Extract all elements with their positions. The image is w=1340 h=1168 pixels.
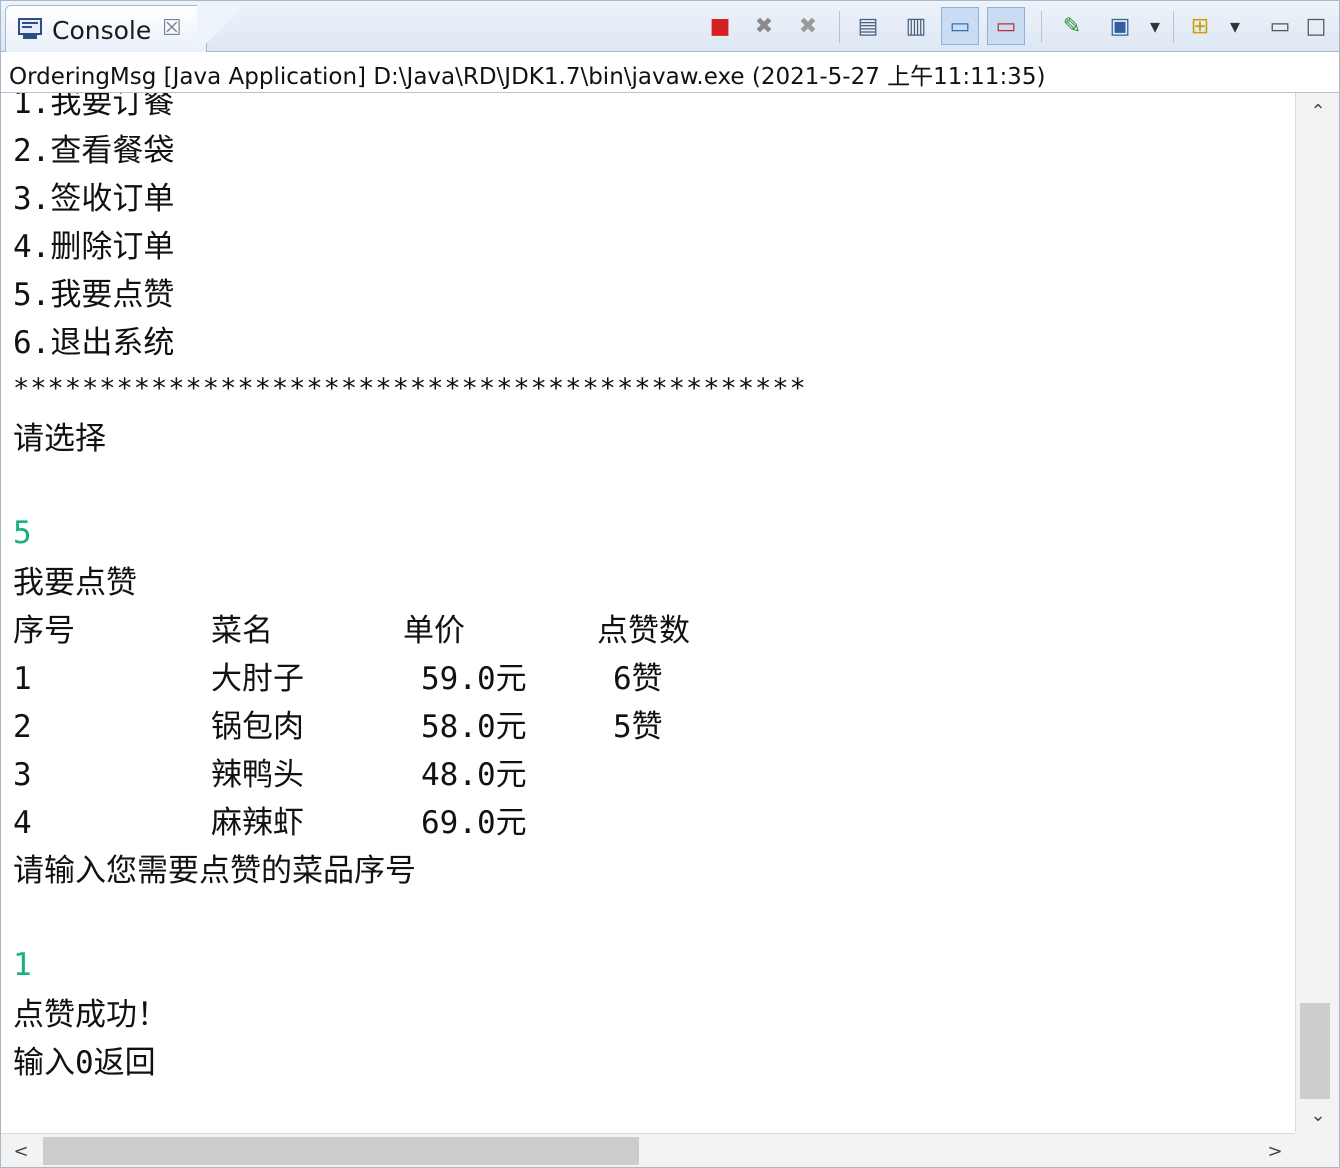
vertical-scroll-thumb[interactable] [1300, 1003, 1330, 1099]
remove-all-terminated-icon: ✖ [798, 13, 818, 39]
dish-prompt: 请输入您需要点赞的菜品序号 [13, 853, 416, 889]
dish-price: 59.0元 [421, 661, 527, 697]
back-hint: 输入0返回 [13, 1045, 156, 1081]
menu-item-6: 6.退出系统 [13, 325, 175, 361]
user-input-choice: 5 [13, 515, 32, 551]
scroll-left-icon[interactable]: < [1, 1134, 41, 1167]
dish-no: 3 [13, 757, 32, 793]
terminate-button[interactable]: ■ [701, 7, 739, 45]
toolbar-separator [839, 11, 840, 43]
clear-console-icon: ▥ [905, 13, 927, 39]
show-console-stdout-button[interactable]: ▭ [941, 7, 979, 45]
dish-price: 48.0元 [421, 757, 527, 793]
tab-label: Console [52, 16, 152, 45]
separator-stars: ****************************************… [13, 373, 807, 404]
open-console-dropdown-icon: ▾ [1229, 14, 1241, 38]
menu-item-1: 1.我要订餐 [13, 93, 175, 121]
header-price: 单价 [403, 613, 465, 649]
dish-no: 2 [13, 709, 32, 745]
open-console-button[interactable]: ⊞ [1181, 7, 1219, 45]
minimize-icon: ▭ [1269, 13, 1291, 39]
scroll-lock-icon: ▤ [857, 13, 879, 39]
success-message: 点赞成功！ [13, 997, 168, 1033]
dish-price: 58.0元 [421, 709, 527, 745]
show-console-stdout-icon: ▭ [949, 13, 971, 39]
remove-all-terminated-button[interactable]: ✖ [789, 7, 827, 45]
scroll-up-icon[interactable]: ⌃ [1296, 93, 1339, 129]
toolbar-separator [1173, 11, 1174, 43]
display-dropdown-button[interactable]: ▾ [1143, 7, 1167, 45]
close-icon[interactable]: ☒ [162, 16, 182, 41]
header-no: 序号 [13, 613, 75, 649]
show-console-stderr-button[interactable]: ▭ [987, 7, 1025, 45]
view-tab-bar: Console ☒ ■ ✖ ✖ ▤ ▥ ▭ ▭ ✎ ▣ ▾ ⊞ ▾ ▭ □ [1, 1, 1339, 52]
dish-name: 辣鸭头 [211, 757, 304, 793]
scrollbar-corner [1295, 1133, 1339, 1167]
dish-name: 麻辣虾 [211, 805, 304, 841]
menu-item-5: 5.我要点赞 [13, 277, 175, 313]
console-output[interactable]: 1.我要订餐 2.查看餐袋 3.签收订单 4.删除订单 5.我要点赞 6.退出系… [1, 93, 1295, 1133]
header-name: 菜名 [211, 613, 273, 649]
scroll-lock-button[interactable]: ▤ [849, 7, 887, 45]
dish-name: 锅包肉 [211, 709, 304, 745]
launch-description-bar: OrderingMsg [Java Application] D:\Java\R… [1, 52, 1339, 93]
menu-item-3: 3.签收订单 [13, 181, 175, 217]
terminate-icon: ■ [709, 13, 731, 39]
clear-console-button[interactable]: ▥ [897, 7, 935, 45]
toolbar-separator [1041, 11, 1042, 43]
display-dropdown-icon: ▾ [1149, 14, 1161, 38]
dish-price: 69.0元 [421, 805, 527, 841]
dish-likes: 6赞 [613, 661, 663, 697]
scroll-down-icon[interactable]: ⌄ [1296, 1097, 1339, 1133]
dish-name: 大肘子 [211, 661, 304, 697]
launch-description: OrderingMsg [Java Application] D:\Java\R… [9, 64, 1046, 90]
open-console-icon: ⊞ [1190, 13, 1210, 39]
pin-console-icon: ✎ [1062, 13, 1082, 39]
like-title: 我要点赞 [13, 565, 137, 601]
display-selected-console-button[interactable]: ▣ [1101, 7, 1139, 45]
menu-item-2: 2.查看餐袋 [13, 133, 175, 169]
minimize-button[interactable]: ▭ [1261, 7, 1299, 45]
horizontal-scroll-thumb[interactable] [43, 1137, 639, 1165]
tab-console[interactable]: Console ☒ [5, 5, 207, 52]
select-prompt: 请选择 [13, 421, 106, 457]
pin-console-button[interactable]: ✎ [1053, 7, 1091, 45]
console-view: Console ☒ ■ ✖ ✖ ▤ ▥ ▭ ▭ ✎ ▣ ▾ ⊞ ▾ ▭ □ OrderingMsg [Ja… [0, 0, 1340, 1168]
remove-launch-button[interactable]: ✖ [745, 7, 783, 45]
display-selected-console-icon: ▣ [1109, 13, 1131, 39]
vertical-scrollbar[interactable]: ⌃ ⌄ [1295, 93, 1339, 1133]
dish-no: 4 [13, 805, 32, 841]
menu-item-4: 4.删除订单 [13, 229, 175, 265]
tab-curve [197, 5, 247, 51]
horizontal-scrollbar[interactable]: < > [1, 1133, 1295, 1167]
open-console-dropdown-button[interactable]: ▾ [1223, 7, 1247, 45]
dish-no: 1 [13, 661, 32, 697]
scroll-right-icon[interactable]: > [1255, 1134, 1295, 1167]
show-console-stderr-icon: ▭ [995, 13, 1017, 39]
maximize-button[interactable]: □ [1297, 7, 1335, 45]
dish-likes: 5赞 [613, 709, 663, 745]
header-likes: 点赞数 [597, 613, 690, 649]
maximize-icon: □ [1305, 13, 1327, 39]
remove-launch-icon: ✖ [754, 13, 774, 39]
console-icon [18, 18, 42, 39]
user-input-dish: 1 [13, 947, 32, 983]
